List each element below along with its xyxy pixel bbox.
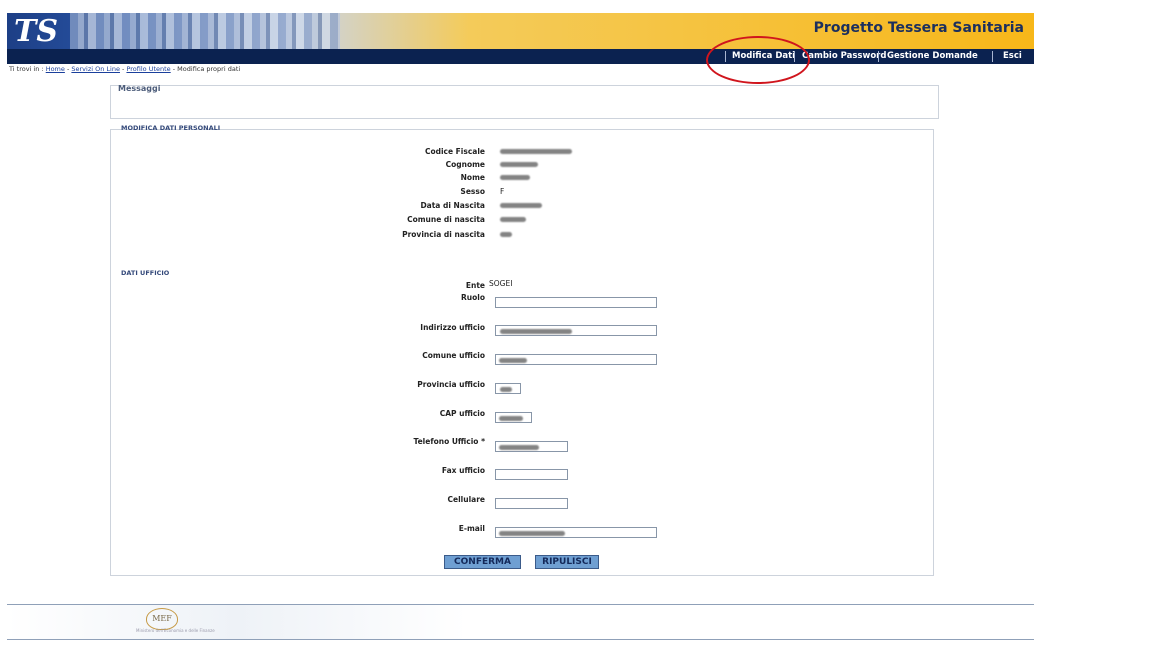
messages-label: Messaggi [118,84,161,93]
mef-logo: MEF [146,608,178,630]
cellulare-field[interactable] [495,498,568,509]
fax-ufficio-field[interactable] [495,469,568,480]
indirizzo-ufficio-field[interactable] [495,325,657,336]
provincia-ufficio-field[interactable] [495,383,521,394]
label-telefono-ufficio: Telefono Ufficio * [413,437,485,446]
nav-separator [878,51,879,62]
label-cap-ufficio: CAP ufficio [439,409,485,418]
footer-divider-bottom [7,639,1034,640]
breadcrumb-servizi[interactable]: Servizi On Line [71,65,120,73]
label-sesso: Sesso [460,187,485,196]
label-ente: Ente [465,281,485,290]
value-codice-fiscale-redacted [500,149,572,154]
value-ente: SOGEI [489,279,513,288]
label-fax-ufficio: Fax ufficio [441,466,485,475]
breadcrumb-current: Modifica propri dati [177,65,241,73]
label-data-nascita: Data di Nascita [420,201,485,210]
label-provincia-nascita: Provincia di nascita [402,230,485,239]
breadcrumb-home[interactable]: Home [46,65,65,73]
mef-subtitle: Ministero dell'Economia e delle Finanze [136,628,215,633]
breadcrumb-profilo[interactable]: Profilo Utente [126,65,170,73]
label-cellulare: Cellulare [447,495,486,504]
label-provincia-ufficio: Provincia ufficio [417,380,485,389]
label-ruolo: Ruolo [461,293,485,302]
banner-photo [70,13,340,49]
ripulisci-button[interactable]: RIPULISCI [535,555,599,569]
value-comune-nascita-redacted [500,217,526,222]
messages-box [110,85,939,119]
comune-ufficio-field[interactable] [495,354,657,365]
telefono-ufficio-field[interactable] [495,441,568,452]
nav-separator [992,51,993,62]
breadcrumb: Ti trovi in : Home - Servizi On Line - P… [9,65,240,73]
office-section-title: DATI UFFICIO [121,269,170,277]
breadcrumb-prefix: Ti trovi in : [9,65,44,73]
value-data-nascita-redacted [500,203,542,208]
value-nome-redacted [500,175,530,180]
nav-esci[interactable]: Esci [1003,49,1022,64]
ts-logo: TS [14,14,58,49]
nav-cambio-password[interactable]: Cambio Password [802,49,886,64]
value-provincia-nascita-redacted [500,232,512,237]
cap-ufficio-field[interactable] [495,412,532,423]
label-nome: Nome [460,173,485,182]
footer-band [7,605,467,639]
label-comune-nascita: Comune di nascita [407,215,485,224]
label-codice-fiscale: Codice Fiscale [424,147,485,156]
nav-gestione-domande[interactable]: Gestione Domande [887,49,978,64]
annotation-circle [706,36,810,84]
value-sesso: F [500,187,505,196]
ruolo-field[interactable] [495,297,657,308]
footer-divider-top [7,604,1034,605]
conferma-button[interactable]: CONFERMA [444,555,521,569]
label-indirizzo-ufficio: Indirizzo ufficio [420,323,485,332]
personal-section-title: MODIFICA DATI PERSONALI [121,124,221,132]
app-title: Progetto Tessera Sanitaria [813,20,1024,36]
value-cognome-redacted [500,162,538,167]
label-cognome: Cognome [445,160,485,169]
label-email: E-mail [458,524,485,533]
label-comune-ufficio: Comune ufficio [422,351,485,360]
email-field[interactable] [495,527,657,538]
